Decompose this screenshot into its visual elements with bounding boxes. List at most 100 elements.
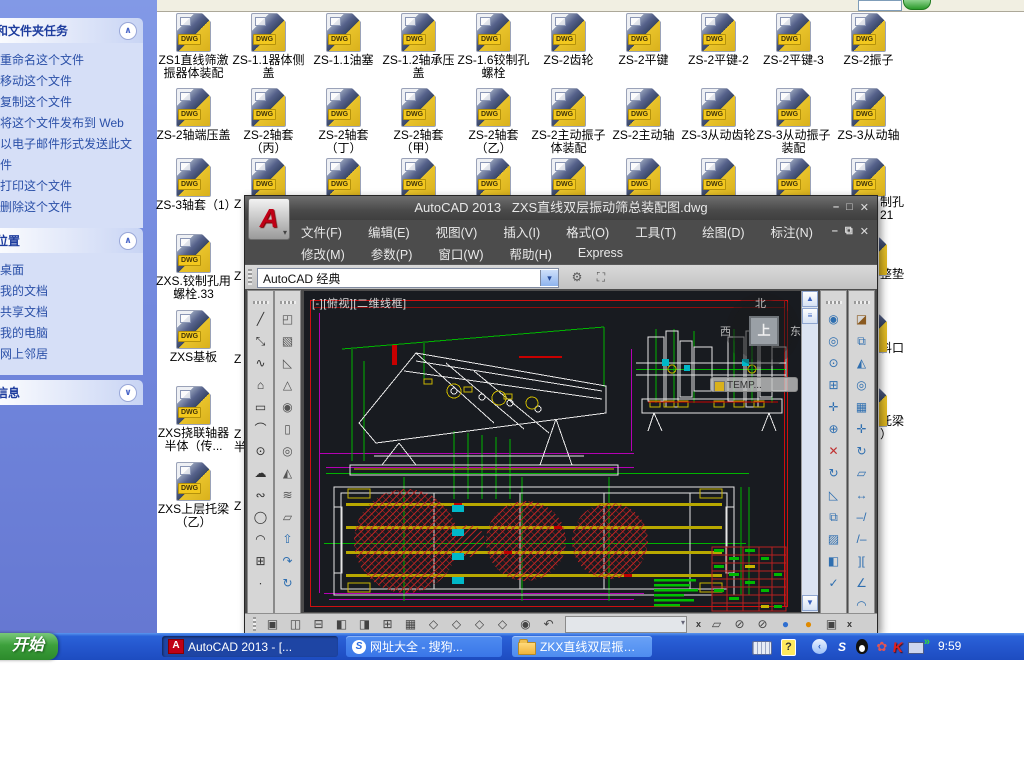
pyramid-icon[interactable]: ◭: [277, 464, 298, 483]
qq-tray-icon[interactable]: [856, 639, 868, 654]
render-icon[interactable]: ▣: [821, 615, 842, 634]
viewport-label[interactable]: [-][俯视][二维线框]: [312, 295, 407, 311]
maximize-button[interactable]: □: [846, 201, 853, 214]
delete-faces-icon[interactable]: ✕: [823, 442, 844, 461]
sweep-icon[interactable]: ↷: [277, 552, 298, 571]
check-icon[interactable]: ✓: [823, 574, 844, 593]
polyline-icon[interactable]: ∿: [250, 354, 271, 373]
clipped-file-label[interactable]: Z: [234, 270, 241, 283]
file-item[interactable]: DWG: [306, 158, 381, 197]
sidebar-link[interactable]: 我的电脑: [0, 323, 139, 344]
line-icon[interactable]: ╱: [250, 310, 271, 329]
file-item[interactable]: DWG ZS-2平键: [606, 13, 681, 80]
sidebar-link[interactable]: 将这个文件发布到 Web: [0, 113, 139, 134]
sidebar-link[interactable]: 重命名这个文件: [0, 50, 139, 71]
clipped-dwg-icon[interactable]: [879, 388, 887, 427]
menu-item[interactable]: 文件(F): [301, 222, 342, 241]
view-top-icon[interactable]: ◫: [285, 615, 306, 634]
menu-item[interactable]: 参数(P): [371, 244, 413, 263]
file-item[interactable]: DWG: [831, 158, 906, 197]
doc-minimize-button[interactable]: –: [832, 225, 838, 238]
taper-faces-icon[interactable]: ◺: [823, 486, 844, 505]
autocad-app-button[interactable]: A ▾: [248, 198, 290, 240]
kaspersky-tray-icon[interactable]: K: [889, 639, 907, 655]
details-header[interactable]: 信息 ∨: [0, 380, 143, 405]
file-item[interactable]: DWG ZS-3从动轴: [831, 88, 906, 155]
menu-item[interactable]: 视图(V): [436, 222, 478, 241]
subtract-icon[interactable]: ◎: [823, 332, 844, 351]
iso-ne-icon[interactable]: ◇: [469, 615, 490, 634]
scroll-thumb[interactable]: ≡: [802, 308, 818, 324]
polysolid-icon[interactable]: ◰: [277, 310, 298, 329]
move-faces-icon[interactable]: ✛: [823, 398, 844, 417]
named-views-icon[interactable]: ▣: [262, 615, 283, 634]
vertical-scrollbar[interactable]: ▲ ≡ ▼: [801, 291, 818, 612]
file-item[interactable]: DWG ZS-2主动振子体装配: [531, 88, 606, 155]
minimize-button[interactable]: –: [833, 201, 839, 214]
file-item[interactable]: DWG: [756, 158, 831, 197]
menu-item[interactable]: 工具(T): [635, 222, 676, 241]
shell-icon[interactable]: ◧: [823, 552, 844, 571]
scroll-down-button[interactable]: ▼: [802, 595, 818, 611]
file-item[interactable]: DWG ZS-2轴端压盖: [156, 88, 231, 155]
torus-icon[interactable]: ◎: [277, 442, 298, 461]
drawing-canvas[interactable]: [-][俯视][二维线框] 上 北 西 东 TEMP...: [304, 291, 801, 612]
camera-icon[interactable]: ◉: [515, 615, 536, 634]
union-icon[interactable]: ◉: [823, 310, 844, 329]
planar-surface-icon[interactable]: ▱: [277, 508, 298, 527]
tray-collapse-chevron-icon[interactable]: ‹: [812, 639, 827, 654]
cone-icon[interactable]: △: [277, 376, 298, 395]
sogou-input-tray-icon[interactable]: S: [834, 639, 850, 655]
break-icon[interactable]: ][: [851, 552, 872, 571]
sidebar-link[interactable]: 删除这个文件: [0, 197, 139, 218]
taskbar-task-autocad[interactable]: A AutoCAD 2013 - [...: [162, 636, 338, 657]
toolbar-close-icon[interactable]: x: [844, 619, 855, 629]
file-item[interactable]: DWG ZS-1.1器体侧盖: [231, 13, 306, 80]
file-item[interactable]: DWG ZS-1.2轴承压盖: [381, 13, 456, 80]
menu-item[interactable]: 修改(M): [301, 244, 345, 263]
workspace-combo[interactable]: AutoCAD 经典 ▾: [257, 268, 559, 288]
box-icon[interactable]: ▧: [277, 332, 298, 351]
toolbar-grip[interactable]: [248, 269, 252, 285]
start-button[interactable]: 开始: [0, 633, 58, 660]
rectangle-icon[interactable]: ▭: [250, 398, 271, 417]
viewcube-east-label[interactable]: 东: [790, 323, 801, 339]
render-region-icon[interactable]: ▱: [706, 615, 727, 634]
insert-block-icon[interactable]: ⊞: [250, 552, 271, 571]
mirror-icon[interactable]: ◭: [851, 354, 872, 373]
helix-icon[interactable]: ≋: [277, 486, 298, 505]
stretch-icon[interactable]: ↔: [851, 486, 872, 505]
scroll-up-button[interactable]: ▲: [802, 291, 818, 307]
menu-item[interactable]: 编辑(E): [368, 222, 410, 241]
view-left-icon[interactable]: ◧: [331, 615, 352, 634]
revision-cloud-icon[interactable]: ☁: [250, 464, 271, 483]
file-item[interactable]: DWG: [381, 158, 456, 197]
erase-icon[interactable]: ◪: [851, 310, 872, 329]
places-header[interactable]: 位置 ∧: [0, 228, 143, 253]
offset-faces-icon[interactable]: ⊕: [823, 420, 844, 439]
sidebar-link[interactable]: 网上邻居: [0, 344, 139, 365]
iso-sw-icon[interactable]: ◇: [423, 615, 444, 634]
file-item[interactable]: DWG ZS-2主动轴: [606, 88, 681, 155]
go-button[interactable]: [903, 0, 931, 10]
file-item[interactable]: DWG: [231, 158, 306, 197]
file-item[interactable]: DWG: [456, 158, 531, 197]
iso-se-icon[interactable]: ◇: [446, 615, 467, 634]
extend-icon[interactable]: /–: [851, 530, 872, 549]
viewcube-north-label[interactable]: 北: [755, 295, 766, 311]
scale-icon[interactable]: ▱: [851, 464, 872, 483]
view-front-icon[interactable]: ⊞: [377, 615, 398, 634]
file-item[interactable]: DWG ZS-2振子: [831, 13, 906, 80]
sidebar-link[interactable]: 我的文档: [0, 281, 139, 302]
materials-icon[interactable]: ●: [775, 615, 796, 634]
rotate-icon[interactable]: ↻: [851, 442, 872, 461]
file-item[interactable]: DWG ZS-2齿轮: [531, 13, 606, 80]
doc-restore-button[interactable]: ⧉: [845, 225, 853, 238]
clipped-file-label[interactable]: Z: [234, 198, 241, 211]
file-item[interactable]: DWG ZXS上层托梁（乙）: [156, 462, 231, 538]
trim-icon[interactable]: –/: [851, 508, 872, 527]
toolbar-close-icon[interactable]: x: [693, 619, 704, 629]
revolve-icon[interactable]: ↻: [277, 574, 298, 593]
circle-icon[interactable]: ⊙: [250, 442, 271, 461]
file-item[interactable]: DWG: [681, 158, 756, 197]
